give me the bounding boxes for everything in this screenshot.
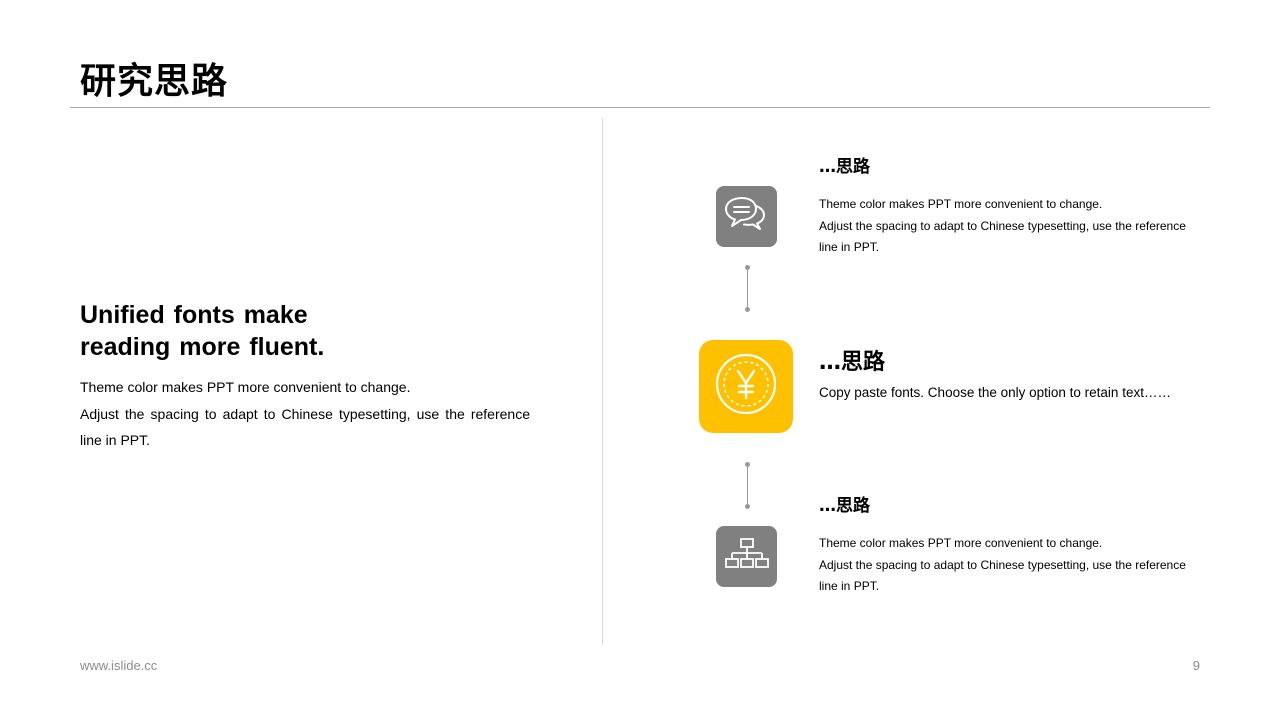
left-body-line2: Adjust the spacing to adapt to Chinese t…	[80, 405, 530, 449]
org-chart-icon	[724, 537, 769, 576]
yen-coin-icon	[714, 352, 778, 421]
item-2-title: …思路	[819, 350, 886, 375]
title-underline	[70, 107, 1210, 108]
connector-1	[745, 265, 750, 313]
item-1-title: …思路	[819, 157, 870, 177]
connector-2	[745, 462, 750, 510]
item-3-title: …思路	[819, 496, 870, 516]
item-3-body: Theme color makes PPT more convenient to…	[819, 533, 1199, 598]
footer-url: www.islide.cc	[80, 658, 158, 673]
item-3-icon-tile	[716, 526, 777, 587]
item-1-body-line2: Adjust the spacing to adapt to Chinese t…	[819, 218, 1186, 255]
item-1-icon-tile	[716, 186, 777, 247]
slide-title: 研究思路	[80, 61, 229, 102]
page-number: 9	[1192, 658, 1200, 673]
item-1-body-line1: Theme color makes PPT more convenient to…	[819, 197, 1103, 211]
left-heading-line1: Unified fonts make	[80, 301, 308, 329]
item-2-body-line1: Copy paste fonts. Choose the only option…	[819, 385, 1171, 400]
left-body: Theme color makes PPT more convenient to…	[80, 374, 530, 454]
item-1-body: Theme color makes PPT more convenient to…	[819, 194, 1199, 259]
chat-bubbles-icon	[724, 195, 770, 238]
item-2-icon-tile	[699, 340, 793, 433]
item-2-body: Copy paste fonts. Choose the only option…	[819, 383, 1199, 403]
left-heading: Unified fonts make reading more fluent.	[80, 299, 520, 363]
left-body-line1: Theme color makes PPT more convenient to…	[80, 379, 411, 395]
item-3-body-line2: Adjust the spacing to adapt to Chinese t…	[819, 557, 1186, 594]
left-heading-line2: reading more fluent.	[80, 333, 325, 361]
item-3-body-line1: Theme color makes PPT more convenient to…	[819, 536, 1103, 550]
vertical-divider	[602, 118, 603, 645]
